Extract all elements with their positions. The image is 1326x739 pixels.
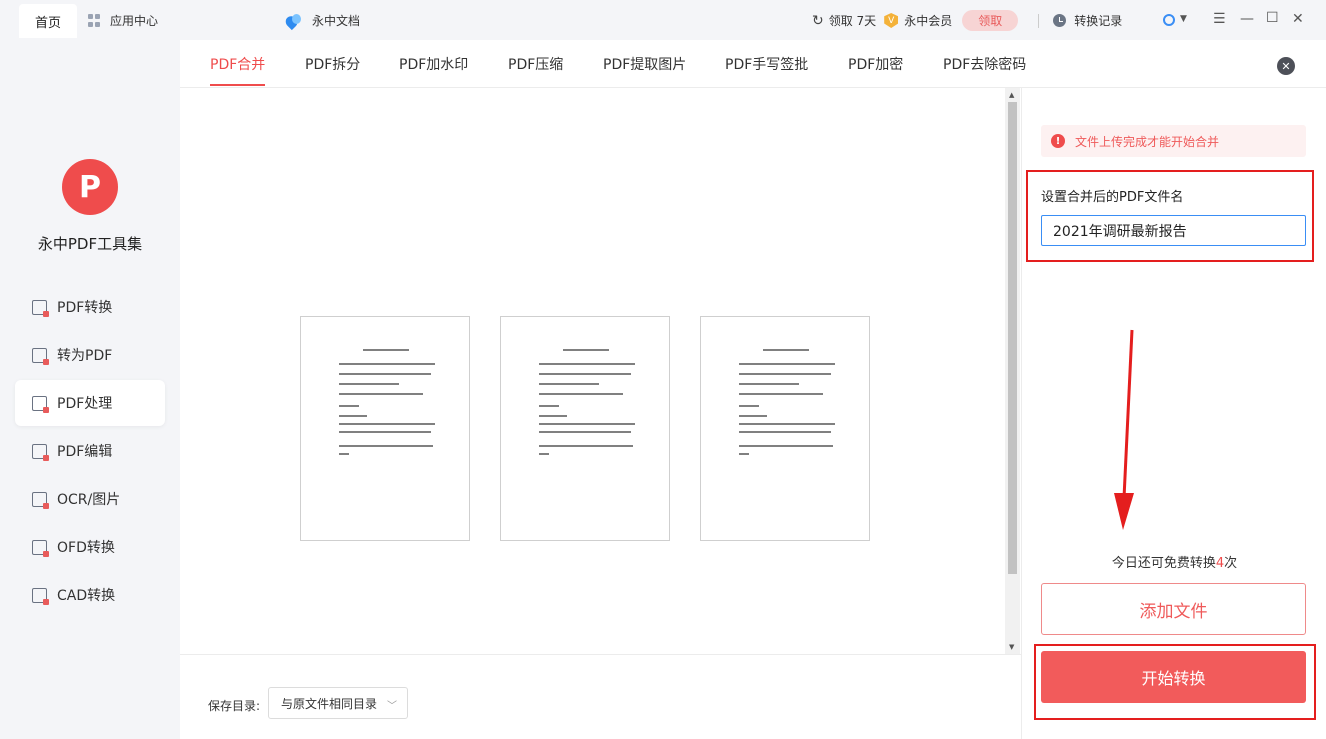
tab-pdf-split[interactable]: PDF拆分	[305, 54, 360, 74]
bottom-bar: 保存目录: 与原文件相同目录 ﹀	[180, 654, 1021, 739]
sidebar-item-pdf-convert[interactable]: PDF转换	[15, 284, 165, 330]
divider	[1038, 13, 1040, 28]
annotation-arrow	[1114, 329, 1134, 530]
sidebar-item-label: 转为PDF	[57, 348, 113, 364]
file-preview-area	[180, 88, 1005, 654]
save-dir-value: 与原文件相同目录	[281, 696, 378, 711]
tab-home[interactable]: 首页	[19, 4, 77, 38]
clock-icon	[1053, 14, 1067, 27]
sidebar-item-label: PDF转换	[57, 300, 113, 316]
user-avatar-icon[interactable]	[1163, 14, 1175, 26]
tab-pdf-remove-password[interactable]: PDF去除密码	[943, 54, 1026, 74]
claim-days-label: 领取 7天	[828, 14, 877, 28]
sidebar-item-to-pdf[interactable]: 转为PDF	[15, 332, 165, 378]
document-edit-icon	[32, 443, 49, 461]
doc-app-icon	[283, 13, 302, 30]
app-logo: P	[62, 159, 118, 215]
start-convert-button[interactable]: 开始转换	[1041, 651, 1306, 703]
convert-icon	[32, 299, 49, 317]
chevron-down-icon: ﹀	[387, 701, 397, 712]
close-icon[interactable]: ✕	[1277, 57, 1295, 75]
tab-pdf-extract-images[interactable]: PDF提取图片	[603, 54, 686, 74]
save-dir-label: 保存目录:	[208, 699, 261, 713]
sidebar-item-label: CAD转换	[57, 588, 116, 604]
tab-pdf-merge[interactable]: PDF合并	[210, 54, 265, 74]
doc-app-link[interactable]: 永中文档	[283, 12, 361, 30]
sidebar-item-ocr[interactable]: OCR/图片	[15, 476, 165, 522]
app-center-link[interactable]: 应用中心	[88, 12, 158, 29]
save-dir-select[interactable]: 与原文件相同目录 ﹀	[268, 687, 408, 719]
claim-button[interactable]: 领取	[962, 10, 1019, 31]
tab-pdf-sign[interactable]: PDF手写签批	[725, 54, 808, 74]
scroll-up-icon[interactable]: ▲	[1009, 91, 1014, 99]
free-count-number: 4	[1215, 556, 1225, 571]
warning-icon: !	[1051, 134, 1065, 148]
filename-input[interactable]	[1041, 215, 1306, 246]
refresh-icon: ↻	[812, 12, 824, 29]
sidebar-item-cad[interactable]: CAD转换	[15, 572, 165, 618]
convert-icon	[32, 347, 49, 365]
vertical-scrollbar[interactable]: ▲ ▼	[1005, 88, 1020, 654]
free-conversion-count: 今日还可免费转换4次	[1111, 556, 1238, 571]
chevron-down-icon[interactable]: ▼	[1180, 14, 1187, 24]
menu-icon[interactable]: ☰	[1213, 11, 1226, 27]
cad-file-icon	[32, 587, 49, 605]
right-panel: ! 文件上传完成才能开始合并 设置合并后的PDF文件名 今日还可免费转换4次 添…	[1021, 88, 1326, 739]
sidebar-item-label: OFD转换	[57, 540, 115, 556]
upload-notice: ! 文件上传完成才能开始合并	[1041, 125, 1306, 157]
tab-pdf-compress[interactable]: PDF压缩	[508, 54, 563, 74]
doc-app-label: 永中文档	[312, 14, 361, 28]
document-edit-icon	[32, 395, 49, 413]
title-bar: 首页 应用中心 永中文档 ↻ 领取 7天 V 永中会员 领取 转换记录 ▼ ☰ …	[0, 0, 1326, 40]
close-window-icon[interactable]: ✕	[1292, 11, 1304, 27]
vip-icon: V	[884, 13, 899, 28]
maximize-icon[interactable]: ☐	[1266, 10, 1279, 26]
pdf-page-thumbnail[interactable]	[700, 316, 870, 541]
app-title: 永中PDF工具集	[37, 235, 143, 253]
pdf-page-thumbnail[interactable]	[300, 316, 470, 541]
notice-text: 文件上传完成才能开始合并	[1075, 134, 1220, 149]
sidebar-item-pdf-edit[interactable]: PDF编辑	[15, 428, 165, 474]
sidebar: P 永中PDF工具集 PDF转换 转为PDF PDF处理 PDF编辑 OCR/图…	[0, 40, 180, 739]
grid-icon	[88, 14, 101, 27]
filename-label: 设置合并后的PDF文件名	[1041, 190, 1184, 205]
add-file-button[interactable]: 添加文件	[1041, 583, 1306, 635]
ofd-file-icon	[32, 539, 49, 557]
active-tab-indicator	[210, 84, 265, 86]
scroll-thumb[interactable]	[1008, 102, 1017, 574]
tab-pdf-watermark[interactable]: PDF加水印	[399, 54, 468, 74]
pdf-page-thumbnail[interactable]	[500, 316, 670, 541]
app-center-label: 应用中心	[110, 14, 159, 28]
history-link[interactable]: 转换记录	[1074, 12, 1122, 29]
sidebar-item-label: PDF处理	[57, 396, 113, 412]
tab-pdf-encrypt[interactable]: PDF加密	[848, 54, 903, 74]
sidebar-item-pdf-process[interactable]: PDF处理	[15, 380, 165, 426]
minimize-icon[interactable]: —	[1240, 11, 1254, 27]
top-right-group: ↻ 领取 7天 V 永中会员 领取 转换记录	[812, 10, 1122, 31]
ocr-scan-icon	[32, 491, 49, 509]
main-panel: PDF合并 PDF拆分 PDF加水印 PDF压缩 PDF提取图片 PDF手写签批…	[180, 40, 1326, 739]
sidebar-item-label: PDF编辑	[57, 444, 113, 460]
vip-label[interactable]: 永中会员	[904, 12, 952, 29]
sidebar-item-label: OCR/图片	[57, 492, 121, 508]
tool-tabs: PDF合并 PDF拆分 PDF加水印 PDF压缩 PDF提取图片 PDF手写签批…	[180, 40, 1326, 88]
sidebar-item-ofd[interactable]: OFD转换	[15, 524, 165, 570]
scroll-down-icon[interactable]: ▼	[1009, 643, 1014, 651]
